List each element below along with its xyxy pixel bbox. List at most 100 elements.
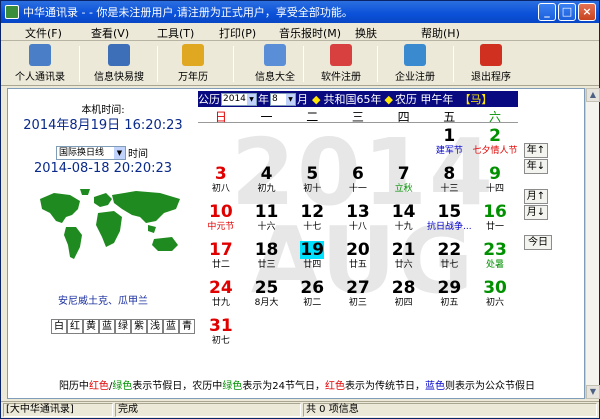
day-number: 20 <box>346 240 370 260</box>
month-up-button[interactable]: 月↑ <box>524 189 548 204</box>
day-number: 14 <box>391 202 416 222</box>
color-buttons: 白 红 黄 蓝 绿 紫 浅 蓝 青 <box>51 319 195 334</box>
scroll-up-icon[interactable]: ▲ <box>586 88 600 102</box>
world-map-icon[interactable] <box>36 187 188 265</box>
color-light-button[interactable]: 浅 <box>147 319 163 334</box>
clock-panel: 本机时间: 2014年8月19日 16:20:23 国际换日线 ▼ 时间 201… <box>8 89 198 398</box>
day-cell[interactable]: 26 初二 <box>289 279 335 317</box>
title-bar[interactable]: 中华通讯录 - - 你是未注册用户,请注册为正式用户，享受全部功能。 _ □ × <box>1 1 599 23</box>
tool-label: 企业注册 <box>395 72 435 83</box>
tool-perpetual-calendar[interactable]: 万年历 <box>156 44 230 84</box>
minimize-button[interactable]: _ <box>538 3 556 21</box>
company-icon <box>404 44 426 66</box>
maximize-button[interactable]: □ <box>558 3 576 21</box>
day-cell[interactable]: 18 廿三 <box>244 241 290 279</box>
day-cell[interactable]: 28 初四 <box>381 279 427 317</box>
day-cell[interactable]: 3 初八 <box>198 165 244 203</box>
day-cell[interactable]: 15 抗日战争... <box>427 203 473 241</box>
year-up-button[interactable]: 年↑ <box>524 143 548 158</box>
legend-text: 表示为24节气日， <box>242 381 326 392</box>
day-cell[interactable]: 31 初七 <box>198 317 244 355</box>
day-cell[interactable]: 10 中元节 <box>198 203 244 241</box>
day-cell[interactable]: 13 十八 <box>335 203 381 241</box>
today-button[interactable]: 今日 <box>524 235 552 250</box>
day-number: 10 <box>209 202 233 222</box>
day-cell[interactable]: 8 十三 <box>427 165 473 203</box>
color-red-button[interactable]: 红 <box>67 319 83 334</box>
color-yellow-button[interactable]: 黄 <box>83 319 99 334</box>
color-cyan-button[interactable]: 青 <box>179 319 195 334</box>
lunar-date: 廿五 <box>348 260 367 270</box>
color-legend: 阳历中红色/绿色表示节假日，农历中绿色表示为24节气日，红色表示为传统节日，蓝色… <box>8 377 586 392</box>
color-green-button[interactable]: 绿 <box>115 319 131 334</box>
day-cell[interactable]: 9 十四 <box>472 165 518 203</box>
day-number: 22 <box>437 240 462 260</box>
lunar-date: 初八 <box>211 184 230 194</box>
menu-music-chime[interactable]: 音乐报时(M) <box>279 25 341 41</box>
lunar-date: 初四 <box>394 298 413 308</box>
day-cell[interactable]: 22 廿七 <box>427 241 473 279</box>
month-select[interactable]: 8 ▼ <box>270 92 296 106</box>
day-cell[interactable]: 24 廿九 <box>198 279 244 317</box>
day-number: 28 <box>391 278 416 298</box>
nongli-year: 农历 甲午年 <box>394 93 454 106</box>
menu-file[interactable]: 文件(F) <box>25 25 62 41</box>
day-cell[interactable]: 30 初六 <box>472 279 518 317</box>
menu-skin[interactable]: 换肤 <box>355 25 377 41</box>
day-cell[interactable]: 1 建军节 <box>427 127 473 165</box>
vertical-scrollbar[interactable]: ▲ ▼ <box>585 88 600 399</box>
day-cell[interactable]: 4 初九 <box>244 165 290 203</box>
day-cell[interactable]: 16 廿一 <box>472 203 518 241</box>
year-value: 2014 <box>223 93 246 104</box>
tool-info-encyclopedia[interactable]: 信息大全 <box>238 44 312 84</box>
tool-software-register[interactable]: 软件注册 <box>304 44 378 84</box>
day-number: 9 <box>489 164 501 184</box>
day-cell[interactable]: 25 8月大 <box>244 279 290 317</box>
tool-info-search[interactable]: 信息快易搜 <box>82 44 156 84</box>
color-blue2-button[interactable]: 蓝 <box>163 319 179 334</box>
tool-personal-contacts[interactable]: 个人通讯录 <box>3 44 77 84</box>
day-cell[interactable]: 29 初五 <box>427 279 473 317</box>
menu-view[interactable]: 查看(V) <box>91 25 129 41</box>
day-number: 17 <box>209 240 233 260</box>
lunar-date: 中元节 <box>207 222 235 232</box>
day-cell[interactable]: 5 初十 <box>289 165 335 203</box>
status-count: 共 0 项信息 <box>303 403 597 417</box>
tool-company-register[interactable]: 企业注册 <box>378 44 452 84</box>
day-number: 31 <box>209 316 233 336</box>
color-purple-button[interactable]: 紫 <box>131 319 147 334</box>
year-down-button[interactable]: 年↓ <box>524 159 548 174</box>
day-cell[interactable]: 21 廿六 <box>381 241 427 279</box>
day-number: 15 <box>437 202 462 222</box>
day-cell[interactable]: 23 处暑 <box>472 241 518 279</box>
lunar-date: 十七 <box>303 222 322 232</box>
day-cell[interactable]: 2 七夕情人节 <box>472 127 518 165</box>
day-cell[interactable]: 17 廿二 <box>198 241 244 279</box>
lunar-date: 初十 <box>303 184 322 194</box>
menu-help[interactable]: 帮助(H) <box>421 25 460 41</box>
menu-tools[interactable]: 工具(T) <box>157 25 194 41</box>
legend-green: 绿色 <box>222 381 243 392</box>
timezone-select[interactable]: 国际换日线 ▼ <box>56 145 126 160</box>
scroll-down-icon[interactable]: ▼ <box>586 385 600 399</box>
day-cell[interactable]: 11 十六 <box>244 203 290 241</box>
month-down-button[interactable]: 月↓ <box>524 205 548 220</box>
day-cell[interactable]: 20 廿五 <box>335 241 381 279</box>
year-select[interactable]: 2014 ▼ <box>221 92 257 106</box>
status-app: [大中华通讯录] <box>3 403 113 417</box>
day-cell[interactable]: 6 十一 <box>335 165 381 203</box>
address-book-icon <box>29 44 51 66</box>
day-number: 13 <box>346 202 370 222</box>
day-cell[interactable]: 27 初三 <box>335 279 381 317</box>
search-person-icon <box>108 44 130 66</box>
tool-exit[interactable]: 退出程序 <box>454 44 528 84</box>
color-blue-button[interactable]: 蓝 <box>99 319 115 334</box>
day-cell[interactable]: 14 十九 <box>381 203 427 241</box>
day-cell[interactable]: 7 立秋 <box>381 165 427 203</box>
lunar-date: 初六 <box>486 298 505 308</box>
day-cell[interactable]: 19 廿四 <box>289 241 335 279</box>
day-cell[interactable]: 12 十七 <box>289 203 335 241</box>
close-button[interactable]: × <box>578 3 596 21</box>
color-white-button[interactable]: 白 <box>51 319 67 334</box>
menu-print[interactable]: 打印(P) <box>219 25 256 41</box>
